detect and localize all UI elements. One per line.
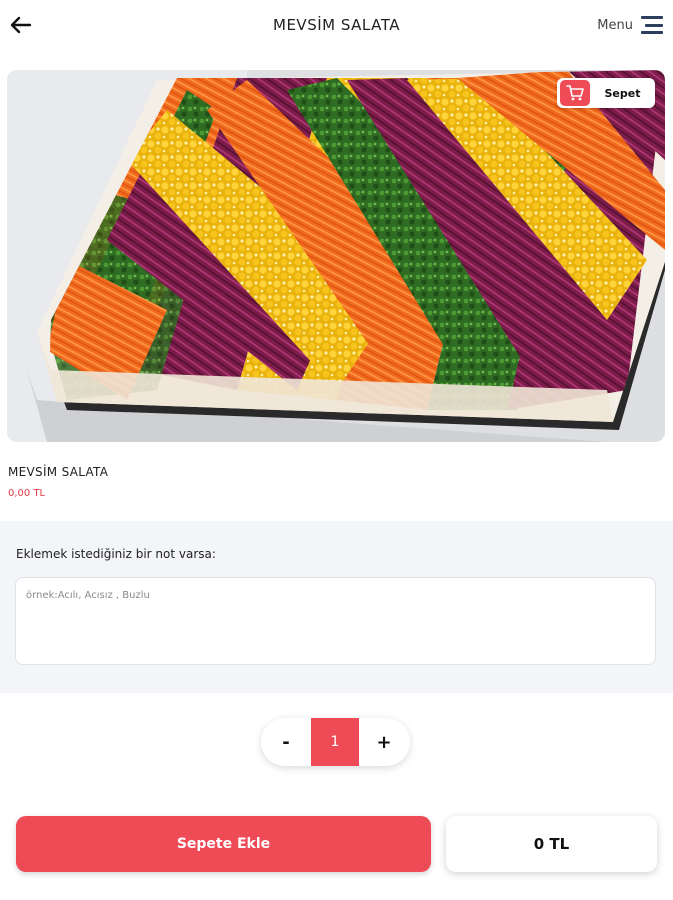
product-image: Sepet [7,70,665,442]
note-section: Eklemek istediğiniz bir not varsa: [0,521,673,693]
quantity-value: 1 [311,718,359,766]
note-label: Eklemek istediğiniz bir not varsa: [16,547,216,561]
decrement-button[interactable]: - [261,718,311,766]
shopping-cart-icon [560,80,590,106]
cart-button[interactable]: Sepet [557,78,655,108]
total-price: 0 TL [446,816,657,872]
add-to-cart-button[interactable]: Sepete Ekle [16,816,431,872]
page-title: MEVSİM SALATA [273,16,400,34]
app-header: MEVSİM SALATA Menu [0,0,673,56]
cart-label: Sepet [604,86,641,100]
menu-button[interactable]: Menu [597,16,663,34]
quantity-stepper: - 1 + [261,718,410,766]
product-price: 0,00 TL [8,488,46,499]
menu-label: Menu [597,17,633,33]
note-input[interactable] [15,577,656,665]
product-name: MEVSİM SALATA [8,465,109,479]
hamburger-icon [641,16,663,34]
increment-button[interactable]: + [359,718,409,766]
